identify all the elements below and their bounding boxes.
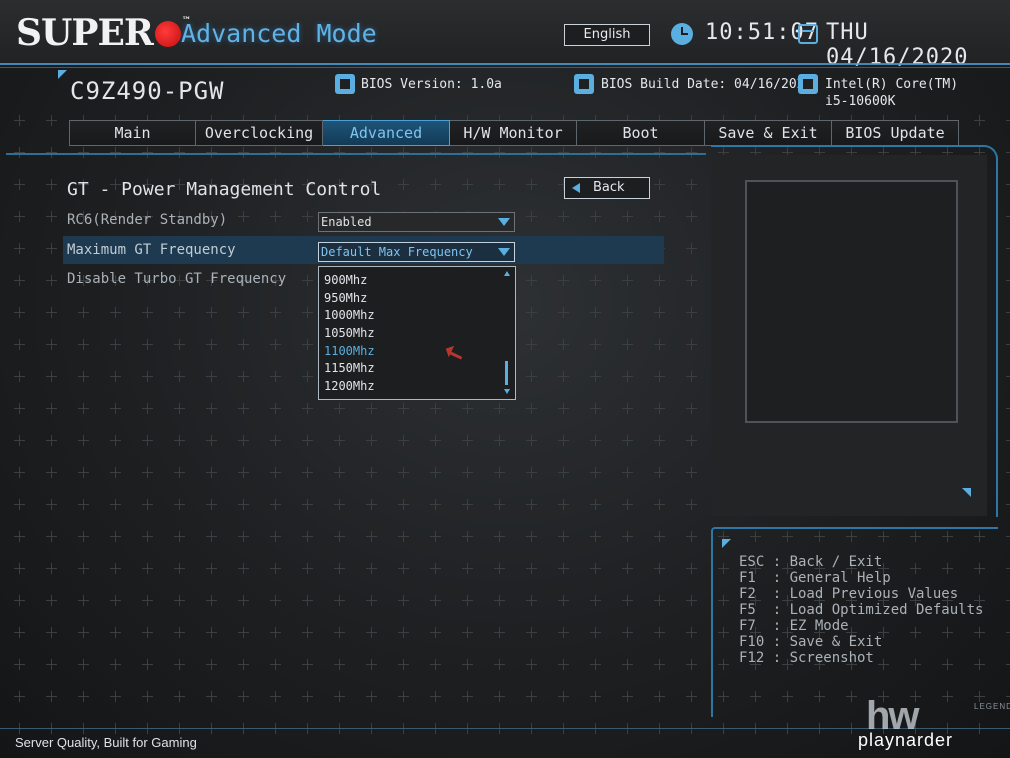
setting-label-disable-turbo-gt[interactable]: Disable Turbo GT Frequency	[67, 271, 286, 287]
supermicro-logo: SUPER ™	[16, 12, 191, 54]
option-1150mhz[interactable]: 1150Mhz	[324, 361, 375, 375]
chevron-down-icon	[498, 248, 510, 256]
help-line-f2: F2 : Load Previous Values	[739, 586, 959, 602]
cpu-model: i5-10600K	[825, 94, 896, 109]
option-900mhz[interactable]: 900Mhz	[324, 273, 367, 287]
back-button-label: Back	[593, 180, 625, 195]
tab-main[interactable]: Main	[69, 120, 196, 146]
help-line-f12: F12 : Screenshot	[739, 650, 874, 666]
setting-label-rc6: RC6(Render Standby)	[67, 212, 228, 228]
back-arrow-icon	[572, 183, 580, 193]
logo-red-dot	[154, 21, 181, 47]
bios-chip-icon	[335, 74, 355, 94]
option-1200mhz[interactable]: 1200Mhz	[324, 379, 375, 393]
top-bar: SUPER ™ Advanced Mode English 10:51:07 TH…	[0, 0, 1010, 70]
help-key-list: ESC : Back / Exit F1 : General Help F2 :…	[739, 554, 983, 666]
tab-boot[interactable]: Boot	[577, 120, 705, 146]
watermark-logo: hw LEGEND playnarder	[858, 694, 1010, 754]
scroll-down-icon[interactable]	[504, 389, 510, 394]
tab-bios-update[interactable]: BIOS Update	[832, 120, 959, 146]
option-1050mhz[interactable]: 1050Mhz	[324, 326, 375, 340]
corner-triangle-icon	[962, 488, 971, 497]
calendar-icon	[798, 24, 818, 44]
bios-build-date: BIOS Build Date: 04/16/2020	[601, 77, 813, 92]
rc6-dropdown[interactable]: Enabled	[318, 212, 515, 232]
tab-advanced[interactable]: Advanced	[323, 120, 450, 146]
setting-label-max-gt-freq: Maximum GT Frequency	[67, 242, 236, 258]
header-divider	[0, 63, 1010, 65]
scroll-up-icon[interactable]	[504, 271, 510, 276]
corner-triangle-icon	[58, 70, 67, 79]
bios-version: BIOS Version: 1.0a	[361, 77, 502, 92]
cpu-name: Intel(R) Core(TM)	[825, 77, 959, 92]
header-divider-secondary	[0, 67, 1010, 68]
chevron-down-icon	[498, 218, 510, 226]
scrollbar-thumb[interactable]	[505, 361, 508, 385]
language-button[interactable]: English	[564, 24, 650, 46]
preview-box	[745, 180, 958, 423]
max-gt-frequency-value: Default Max Frequency	[321, 245, 473, 259]
clock-icon	[671, 23, 693, 45]
corner-triangle-icon	[722, 539, 731, 548]
option-1000mhz[interactable]: 1000Mhz	[324, 308, 375, 322]
option-950mhz[interactable]: 950Mhz	[324, 291, 367, 305]
mode-title: Advanced Mode	[181, 19, 377, 48]
help-line-f1: F1 : General Help	[739, 570, 891, 586]
option-1100mhz[interactable]: 1100Mhz	[324, 344, 375, 358]
tab-overclocking[interactable]: Overclocking	[196, 120, 323, 146]
help-line-f5: F5 : Load Optimized Defaults	[739, 602, 984, 618]
frequency-options-list: 900Mhz 950Mhz 1000Mhz 1050Mhz 1100Mhz 11…	[318, 266, 516, 400]
tab-save-exit[interactable]: Save & Exit	[705, 120, 832, 146]
watermark-legend: LEGEND	[974, 702, 1010, 711]
cpu-icon	[798, 74, 818, 94]
page-title: GT - Power Management Control	[67, 179, 382, 200]
watermark-small: playnarder	[858, 730, 954, 750]
motherboard-model: C9Z490-PGW	[70, 77, 225, 105]
rc6-dropdown-value: Enabled	[321, 215, 372, 229]
back-button[interactable]: Back	[564, 177, 650, 199]
footer-tagline: Server Quality, Built for Gaming	[15, 735, 197, 750]
help-line-esc: ESC : Back / Exit	[739, 554, 883, 570]
build-date-chip-icon	[574, 74, 594, 94]
tab-hw-monitor[interactable]: H/W Monitor	[450, 120, 577, 146]
main-tabs: Main Overclocking Advanced H/W Monitor B…	[69, 120, 959, 146]
help-line-f7: F7 : EZ Mode	[739, 618, 849, 634]
max-gt-frequency-dropdown[interactable]: Default Max Frequency	[318, 242, 515, 262]
help-line-f10: F10 : Save & Exit	[739, 634, 883, 650]
